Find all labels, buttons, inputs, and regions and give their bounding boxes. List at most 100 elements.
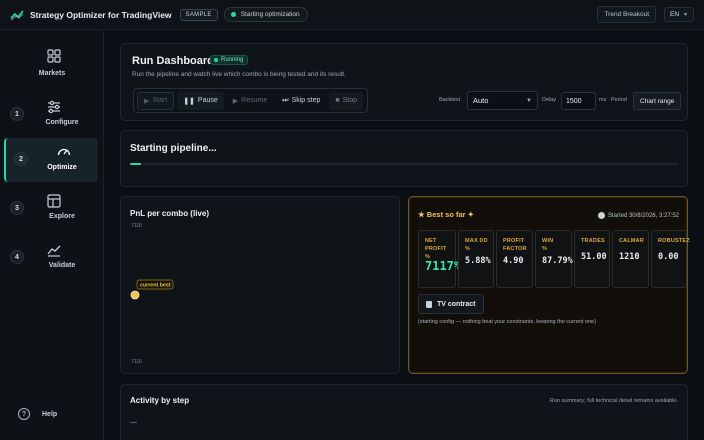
metric-robustez: ROBUSTEZ 0.00 [651,230,690,288]
metric-value: 5.88% [465,256,491,266]
play-icon: ▶ [144,97,150,105]
best-so-far-panel: ★ Best so far ✦ Started 30/8/2026, 3:27:… [408,196,690,374]
running-dot-icon [214,58,218,62]
app-title: Strategy Optimizer for TradingView [30,9,172,20]
sidebar-item-configure[interactable]: 1 Configure [0,93,104,137]
help-link[interactable]: ? Help [18,408,57,420]
layout-icon [47,194,61,208]
delay-label: Delay [542,97,557,103]
start-label: Start [152,97,168,104]
backtest-value: Auto [473,96,489,105]
metric-label: CALMAR [619,238,645,244]
period-label: Period [611,97,627,103]
resume-button[interactable]: ▶ Resume [227,92,273,110]
skip-icon: ⏭ [282,96,289,104]
sample-badge: SAMPLE [179,8,218,21]
pnl-chart: current best [130,279,174,300]
metric-value: 51.00 [581,252,607,262]
sliders-icon [48,100,60,114]
gauge-icon [57,148,71,156]
best-note: (starting config — nothing beat your con… [418,319,596,325]
metric-net-profit: NET PROFIT % 7117% [418,230,461,288]
tv-contract-label: TV contract [437,300,476,308]
sidebar-item-explore[interactable]: 3 Explore [0,187,104,231]
metric-label: ROBUSTEZ [658,238,690,244]
started-timestamp: Started 30/8/2026, 3:27:52 [597,212,679,219]
backtest-label: Backtest [439,97,461,103]
resume-label: Resume [241,97,268,104]
stop-button[interactable]: ■ Stop [329,91,363,110]
metric-value: 4.90 [503,256,524,266]
activity-placeholder: — [130,419,137,426]
metric-value: 0.00 [658,252,679,262]
metric-value: 87.79% [542,256,573,266]
activity-panel: Activity by step Run summary; full techn… [120,384,688,440]
pause-icon: ❚❚ [183,97,195,105]
activity-subtitle: Run summary; full technical detail remai… [549,398,678,404]
sidebar-item-label: Optimize [47,164,77,171]
top-bar: Strategy Optimizer for TradingView SAMPL… [0,0,704,30]
sidebar-item-label: Markets [38,70,66,77]
status-text: Starting optimization [240,11,300,18]
metric-label: NET PROFIT % [425,238,447,260]
metric-value: 7117% [425,259,462,273]
metric-value: 1210 [619,252,640,262]
tv-contract-button[interactable]: TV contract [418,294,484,314]
run-dashboard-subtitle: Run the pipeline and watch live which co… [132,71,346,78]
sidebar: Markets 1 Configure 2 Optimize 3 Explore [0,30,104,440]
clock-icon [597,212,605,219]
sidebar-item-validate[interactable]: 4 Validate [0,236,104,280]
pause-label: Pause [197,97,218,104]
chevron-down-icon: ▼ [683,11,688,18]
activity-title: Activity by step [130,396,190,405]
document-icon [426,300,432,308]
sidebar-item-label: Explore [49,213,75,220]
sidebar-item-label: Validate [48,262,76,269]
chart-line-icon [47,245,61,257]
metric-profit-factor: PROFIT FACTOR 4.90 [496,230,533,288]
metrics-row: NET PROFIT % 7117% MAX DD % 5.88% PROFIT… [418,230,690,288]
language-select[interactable]: EN ▼ [664,7,694,22]
status-dot-icon [230,12,236,17]
metric-label: MAX DD % [465,238,488,252]
metric-win-rate: WIN % 87.79% [535,230,573,288]
pnl-chart-panel: PnL per combo (live) 7118 7116 current b… [120,196,400,374]
strategy-button[interactable]: Trend Breakout [597,6,657,23]
logo-icon [10,9,24,20]
pipeline-progress-fill [130,163,141,165]
help-label: Help [42,410,58,418]
pipeline-panel: Starting pipeline... [120,130,688,187]
chart-range-button[interactable]: Chart range [633,92,682,110]
delay-input[interactable]: 1500 [561,92,596,110]
sidebar-item-markets[interactable]: Markets [0,44,104,88]
metric-label: PROFIT FACTOR [503,238,527,252]
status-pill: Starting optimization [223,7,308,22]
skip-label: Skip step [291,97,321,104]
metric-label: TRADES [581,238,605,244]
backtest-select[interactable]: Auto ▼ [467,91,538,110]
running-badge: Running [210,55,249,65]
start-button[interactable]: ▶ Start [137,91,175,110]
sidebar-item-optimize[interactable]: 2 Optimize [4,138,98,182]
play-icon: ▶ [232,97,239,105]
running-text: Running [221,57,244,63]
skip-step-button[interactable]: ⏭ Skip step [276,92,326,110]
data-point [130,290,140,300]
sidebar-item-label: Configure [45,119,79,126]
chevron-down-icon: ▼ [526,97,532,104]
started-text: Started 30/8/2026, 3:27:52 [607,212,679,219]
metric-trades: TRADES 51.00 [574,230,610,288]
stop-label: Stop [342,97,357,104]
grid-icon [47,49,61,63]
run-controls: ▶ Start ❚❚ Pause ▶ Resume ⏭ Skip step ■ … [133,88,368,113]
help-icon: ? [18,408,30,420]
pipeline-title: Starting pipeline... [130,143,217,154]
run-dashboard-panel: Run Dashboard Running Run the pipeline a… [120,43,688,121]
metric-label: WIN % [542,238,554,252]
marker-label: current best [140,282,171,288]
pause-button[interactable]: ❚❚ Pause [177,91,224,110]
metric-max-dd: MAX DD % 5.88% [458,230,494,288]
stop-icon: ■ [335,97,340,104]
ms-label: ms [599,97,607,103]
metric-calmar: CALMAR 1210 [612,230,649,288]
